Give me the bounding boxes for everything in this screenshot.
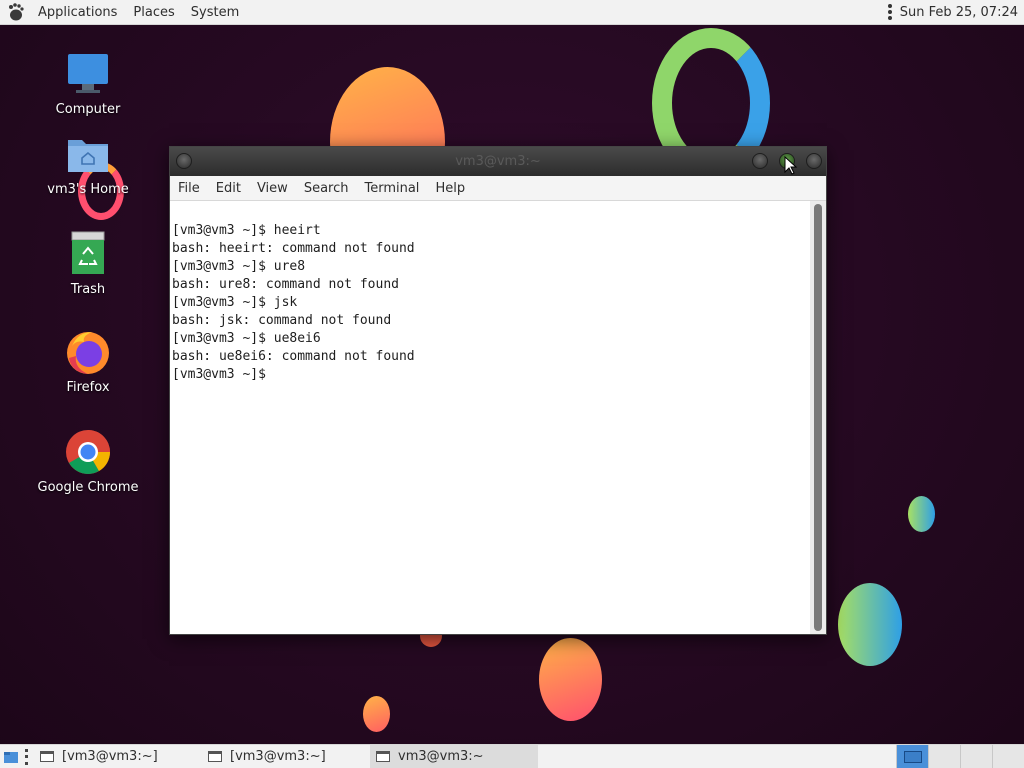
- terminal-line: [vm3@vm3 ~]$ ue8ei6: [172, 331, 321, 346]
- terminal-line: bash: heeirt: command not found: [172, 241, 415, 256]
- places-menu[interactable]: Places: [125, 0, 182, 25]
- close-button[interactable]: [806, 153, 822, 169]
- firefox-icon: [64, 328, 112, 376]
- minimize-button[interactable]: [752, 153, 768, 169]
- workspace-2[interactable]: [928, 744, 960, 768]
- terminal-line: bash: jsk: command not found: [172, 313, 392, 328]
- window-icon: [40, 751, 54, 762]
- window-title: vm3@vm3:~: [455, 154, 541, 169]
- home-folder-icon: [64, 130, 112, 178]
- menu-edit[interactable]: Edit: [208, 176, 249, 201]
- desktop-icon-label: Google Chrome: [37, 480, 139, 495]
- trash-icon: [64, 230, 112, 278]
- desktop-icon-label: vm3's Home: [47, 182, 129, 197]
- system-menu[interactable]: System: [183, 0, 247, 25]
- desktop-icon-label: Trash: [70, 282, 106, 297]
- top-panel: Applications Places System Sun Feb 25, 0…: [0, 0, 1024, 25]
- terminal-window[interactable]: vm3@vm3:~ File Edit View Search Terminal…: [169, 146, 827, 635]
- panel-menu-icon[interactable]: [887, 4, 892, 20]
- bottom-panel: [vm3@vm3:~] [vm3@vm3:~] vm3@vm3:~: [0, 744, 1024, 768]
- desktop-icon-chrome[interactable]: Google Chrome: [33, 428, 143, 495]
- chrome-icon: [64, 428, 112, 476]
- terminal-prompt-line: [vm3@vm3 ~]$: [172, 367, 274, 382]
- terminal-scrollbar[interactable]: [810, 201, 826, 634]
- terminal-line: bash: ue8ei6: command not found: [172, 349, 415, 364]
- menu-view[interactable]: View: [249, 176, 296, 201]
- panel-handle-icon[interactable]: [22, 748, 30, 765]
- menu-terminal[interactable]: Terminal: [356, 176, 427, 201]
- terminal-line: [vm3@vm3 ~]$ ure8: [172, 259, 306, 274]
- decor-tiny-bubble: [363, 696, 390, 732]
- window-icon: [376, 751, 390, 762]
- workspace-switcher: [896, 744, 1024, 768]
- terminal-menubar: File Edit View Search Terminal Help: [170, 176, 826, 201]
- menu-file[interactable]: File: [170, 176, 208, 201]
- terminal-line: [vm3@vm3 ~]$ heeirt: [172, 223, 321, 238]
- taskbar-item-active[interactable]: vm3@vm3:~: [370, 744, 538, 768]
- taskbar-item[interactable]: [vm3@vm3:~]: [202, 745, 370, 768]
- taskbar-item-label: [vm3@vm3:~]: [230, 749, 326, 764]
- terminal-line: bash: ure8: command not found: [172, 277, 399, 292]
- desktop-icon-trash[interactable]: Trash: [33, 230, 143, 297]
- workspace-3[interactable]: [960, 744, 992, 768]
- decor-small-bubble: [908, 496, 935, 532]
- taskbar-item-label: [vm3@vm3:~]: [62, 749, 158, 764]
- desktop-icon-label: Computer: [55, 102, 121, 117]
- menu-search[interactable]: Search: [296, 176, 357, 201]
- menu-help[interactable]: Help: [427, 176, 473, 201]
- desktop-icon-firefox[interactable]: Firefox: [33, 328, 143, 395]
- desktop-icon-home[interactable]: vm3's Home: [33, 130, 143, 197]
- decor-green-bubble: [838, 583, 902, 666]
- decor-orange-bubble-bottom: [539, 638, 602, 721]
- workspace-1[interactable]: [896, 744, 928, 768]
- clock[interactable]: Sun Feb 25, 07:24: [900, 5, 1018, 20]
- gnome-foot-icon[interactable]: [0, 0, 30, 25]
- computer-icon: [64, 50, 112, 98]
- applications-menu[interactable]: Applications: [30, 0, 125, 25]
- window-titlebar[interactable]: vm3@vm3:~: [170, 147, 826, 176]
- scrollbar-thumb[interactable]: [814, 204, 822, 631]
- terminal-line: [vm3@vm3 ~]$ jsk: [172, 295, 298, 310]
- window-icon: [208, 751, 222, 762]
- mouse-pointer-icon: [784, 155, 798, 180]
- show-desktop-icon[interactable]: [0, 745, 22, 768]
- taskbar-item-label: vm3@vm3:~: [398, 749, 484, 764]
- workspace-4[interactable]: [992, 744, 1024, 768]
- desktop-icon-computer[interactable]: Computer: [33, 50, 143, 117]
- desktop-icon-label: Firefox: [66, 380, 110, 395]
- taskbar-item[interactable]: [vm3@vm3:~]: [34, 745, 202, 768]
- terminal-output[interactable]: [vm3@vm3 ~]$ heeirt bash: heeirt: command…: [170, 201, 826, 634]
